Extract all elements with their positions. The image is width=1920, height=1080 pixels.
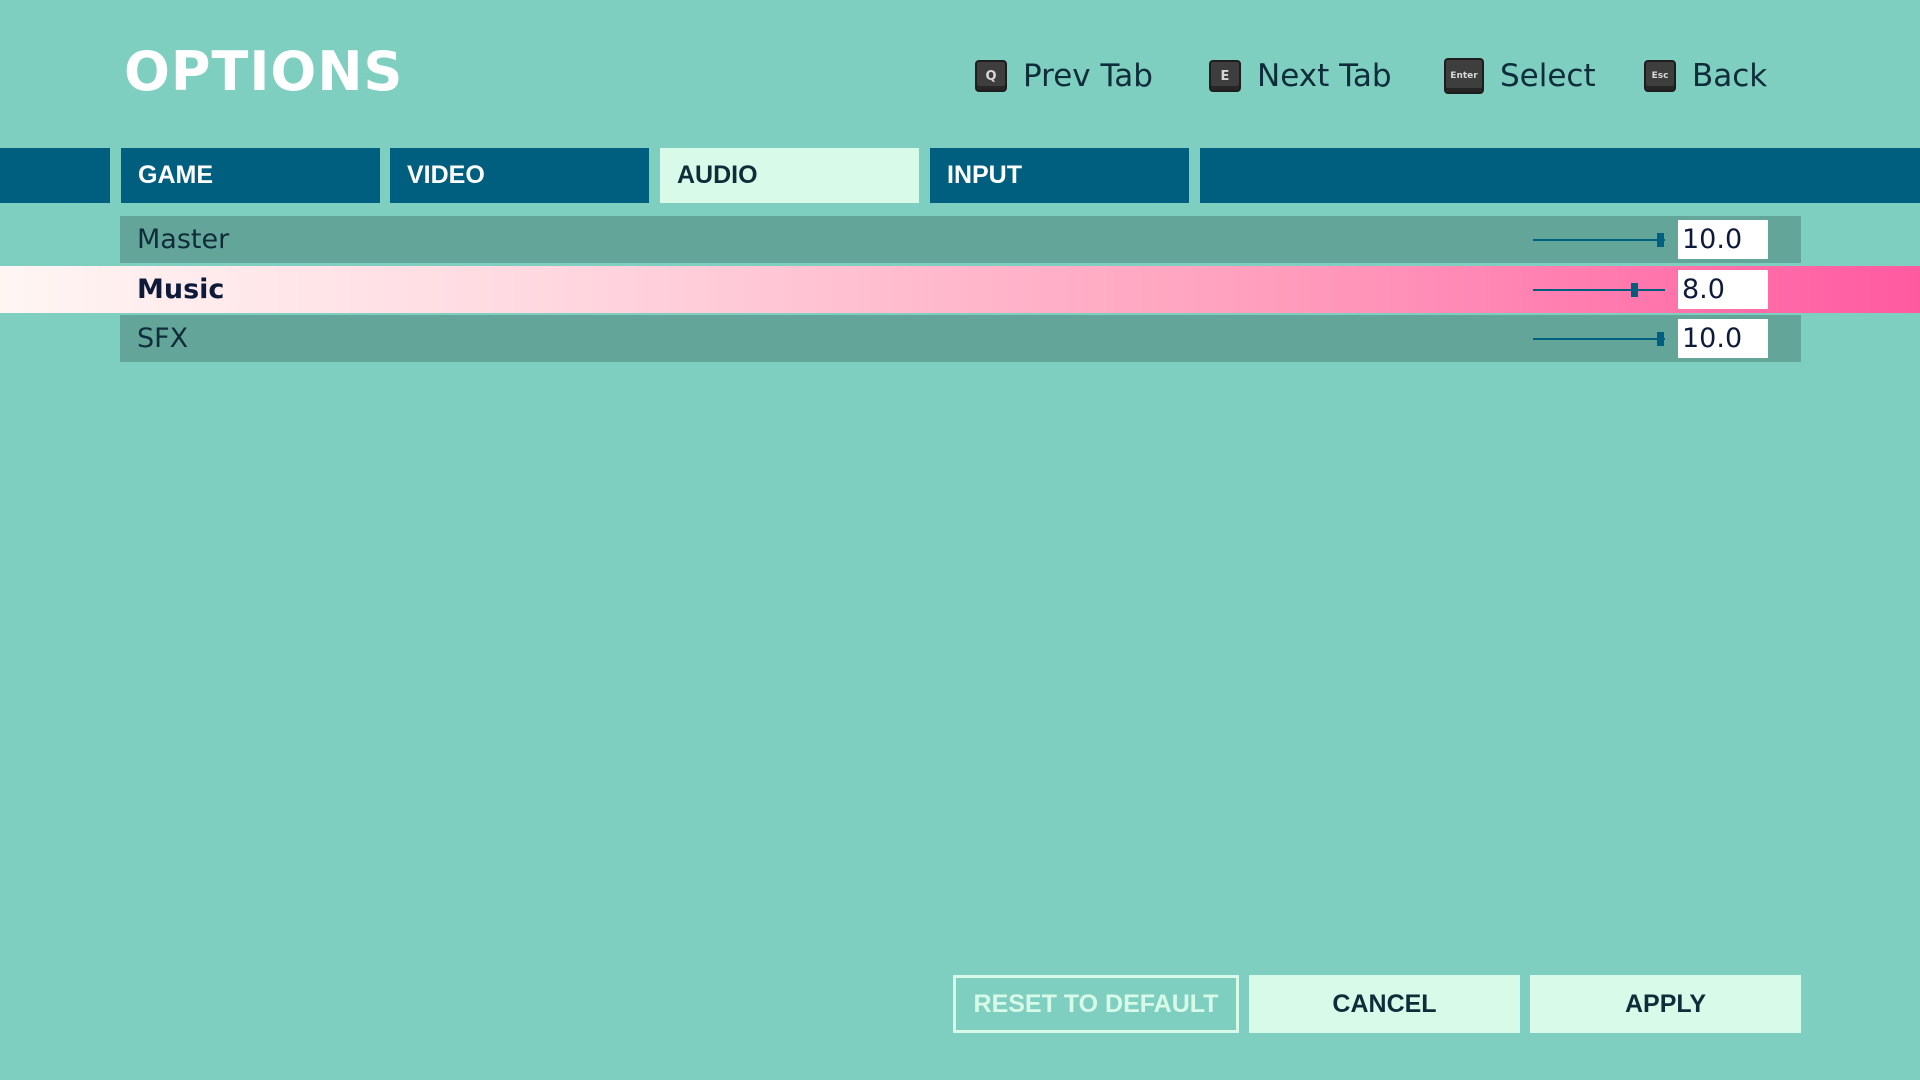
hint-label: Select — [1500, 58, 1596, 94]
setting-row-music[interactable]: Music 8.0 — [0, 266, 1920, 313]
options-screen: OPTIONS Q Prev Tab E Next Tab Enter Sele… — [0, 0, 1920, 1080]
esc-key-icon: Esc — [1644, 60, 1676, 92]
slider-handle[interactable] — [1657, 332, 1664, 346]
cancel-button[interactable]: CANCEL — [1249, 975, 1520, 1033]
page-title: OPTIONS — [124, 40, 404, 103]
tab-bar-right-filler — [1200, 148, 1920, 203]
slider-handle[interactable] — [1631, 283, 1639, 297]
slider-track — [1533, 239, 1665, 241]
slider-track — [1533, 289, 1665, 291]
slider-handle[interactable] — [1657, 233, 1664, 247]
master-volume-slider[interactable] — [1533, 230, 1665, 250]
tab-label: VIDEO — [407, 161, 485, 189]
tab-audio[interactable]: AUDIO — [660, 148, 919, 203]
setting-label: SFX — [137, 323, 189, 354]
hint-next-tab[interactable]: E Next Tab — [1209, 52, 1392, 100]
music-volume-slider[interactable] — [1533, 280, 1665, 300]
setting-row-master[interactable]: Master 10.0 — [120, 216, 1801, 263]
setting-label: Music — [137, 274, 225, 305]
reset-to-default-button[interactable]: RESET TO DEFAULT — [953, 975, 1239, 1033]
music-volume-value[interactable]: 8.0 — [1678, 270, 1768, 309]
setting-row-sfx[interactable]: SFX 10.0 — [120, 315, 1801, 362]
tab-label: GAME — [138, 161, 213, 189]
setting-label: Master — [137, 224, 230, 255]
tab-video[interactable]: VIDEO — [390, 148, 649, 203]
hint-label: Back — [1692, 58, 1768, 94]
q-key-icon: Q — [975, 60, 1007, 92]
hint-label: Next Tab — [1257, 58, 1392, 94]
tab-label: INPUT — [947, 161, 1022, 189]
hint-label: Prev Tab — [1023, 58, 1153, 94]
hint-select[interactable]: Enter Select — [1444, 52, 1596, 100]
tab-bar-left-filler — [0, 148, 110, 203]
tab-bar: GAME VIDEO AUDIO INPUT — [0, 148, 1920, 203]
tab-label: AUDIO — [677, 161, 758, 189]
e-key-icon: E — [1209, 60, 1241, 92]
apply-button[interactable]: APPLY — [1530, 975, 1801, 1033]
sfx-volume-value[interactable]: 10.0 — [1678, 319, 1768, 358]
hint-prev-tab[interactable]: Q Prev Tab — [975, 52, 1153, 100]
tab-input[interactable]: INPUT — [930, 148, 1189, 203]
enter-key-icon: Enter — [1444, 58, 1484, 94]
sfx-volume-slider[interactable] — [1533, 329, 1665, 349]
slider-track — [1533, 338, 1665, 340]
hint-back[interactable]: Esc Back — [1644, 52, 1767, 100]
master-volume-value[interactable]: 10.0 — [1678, 220, 1768, 259]
tab-game[interactable]: GAME — [121, 148, 380, 203]
